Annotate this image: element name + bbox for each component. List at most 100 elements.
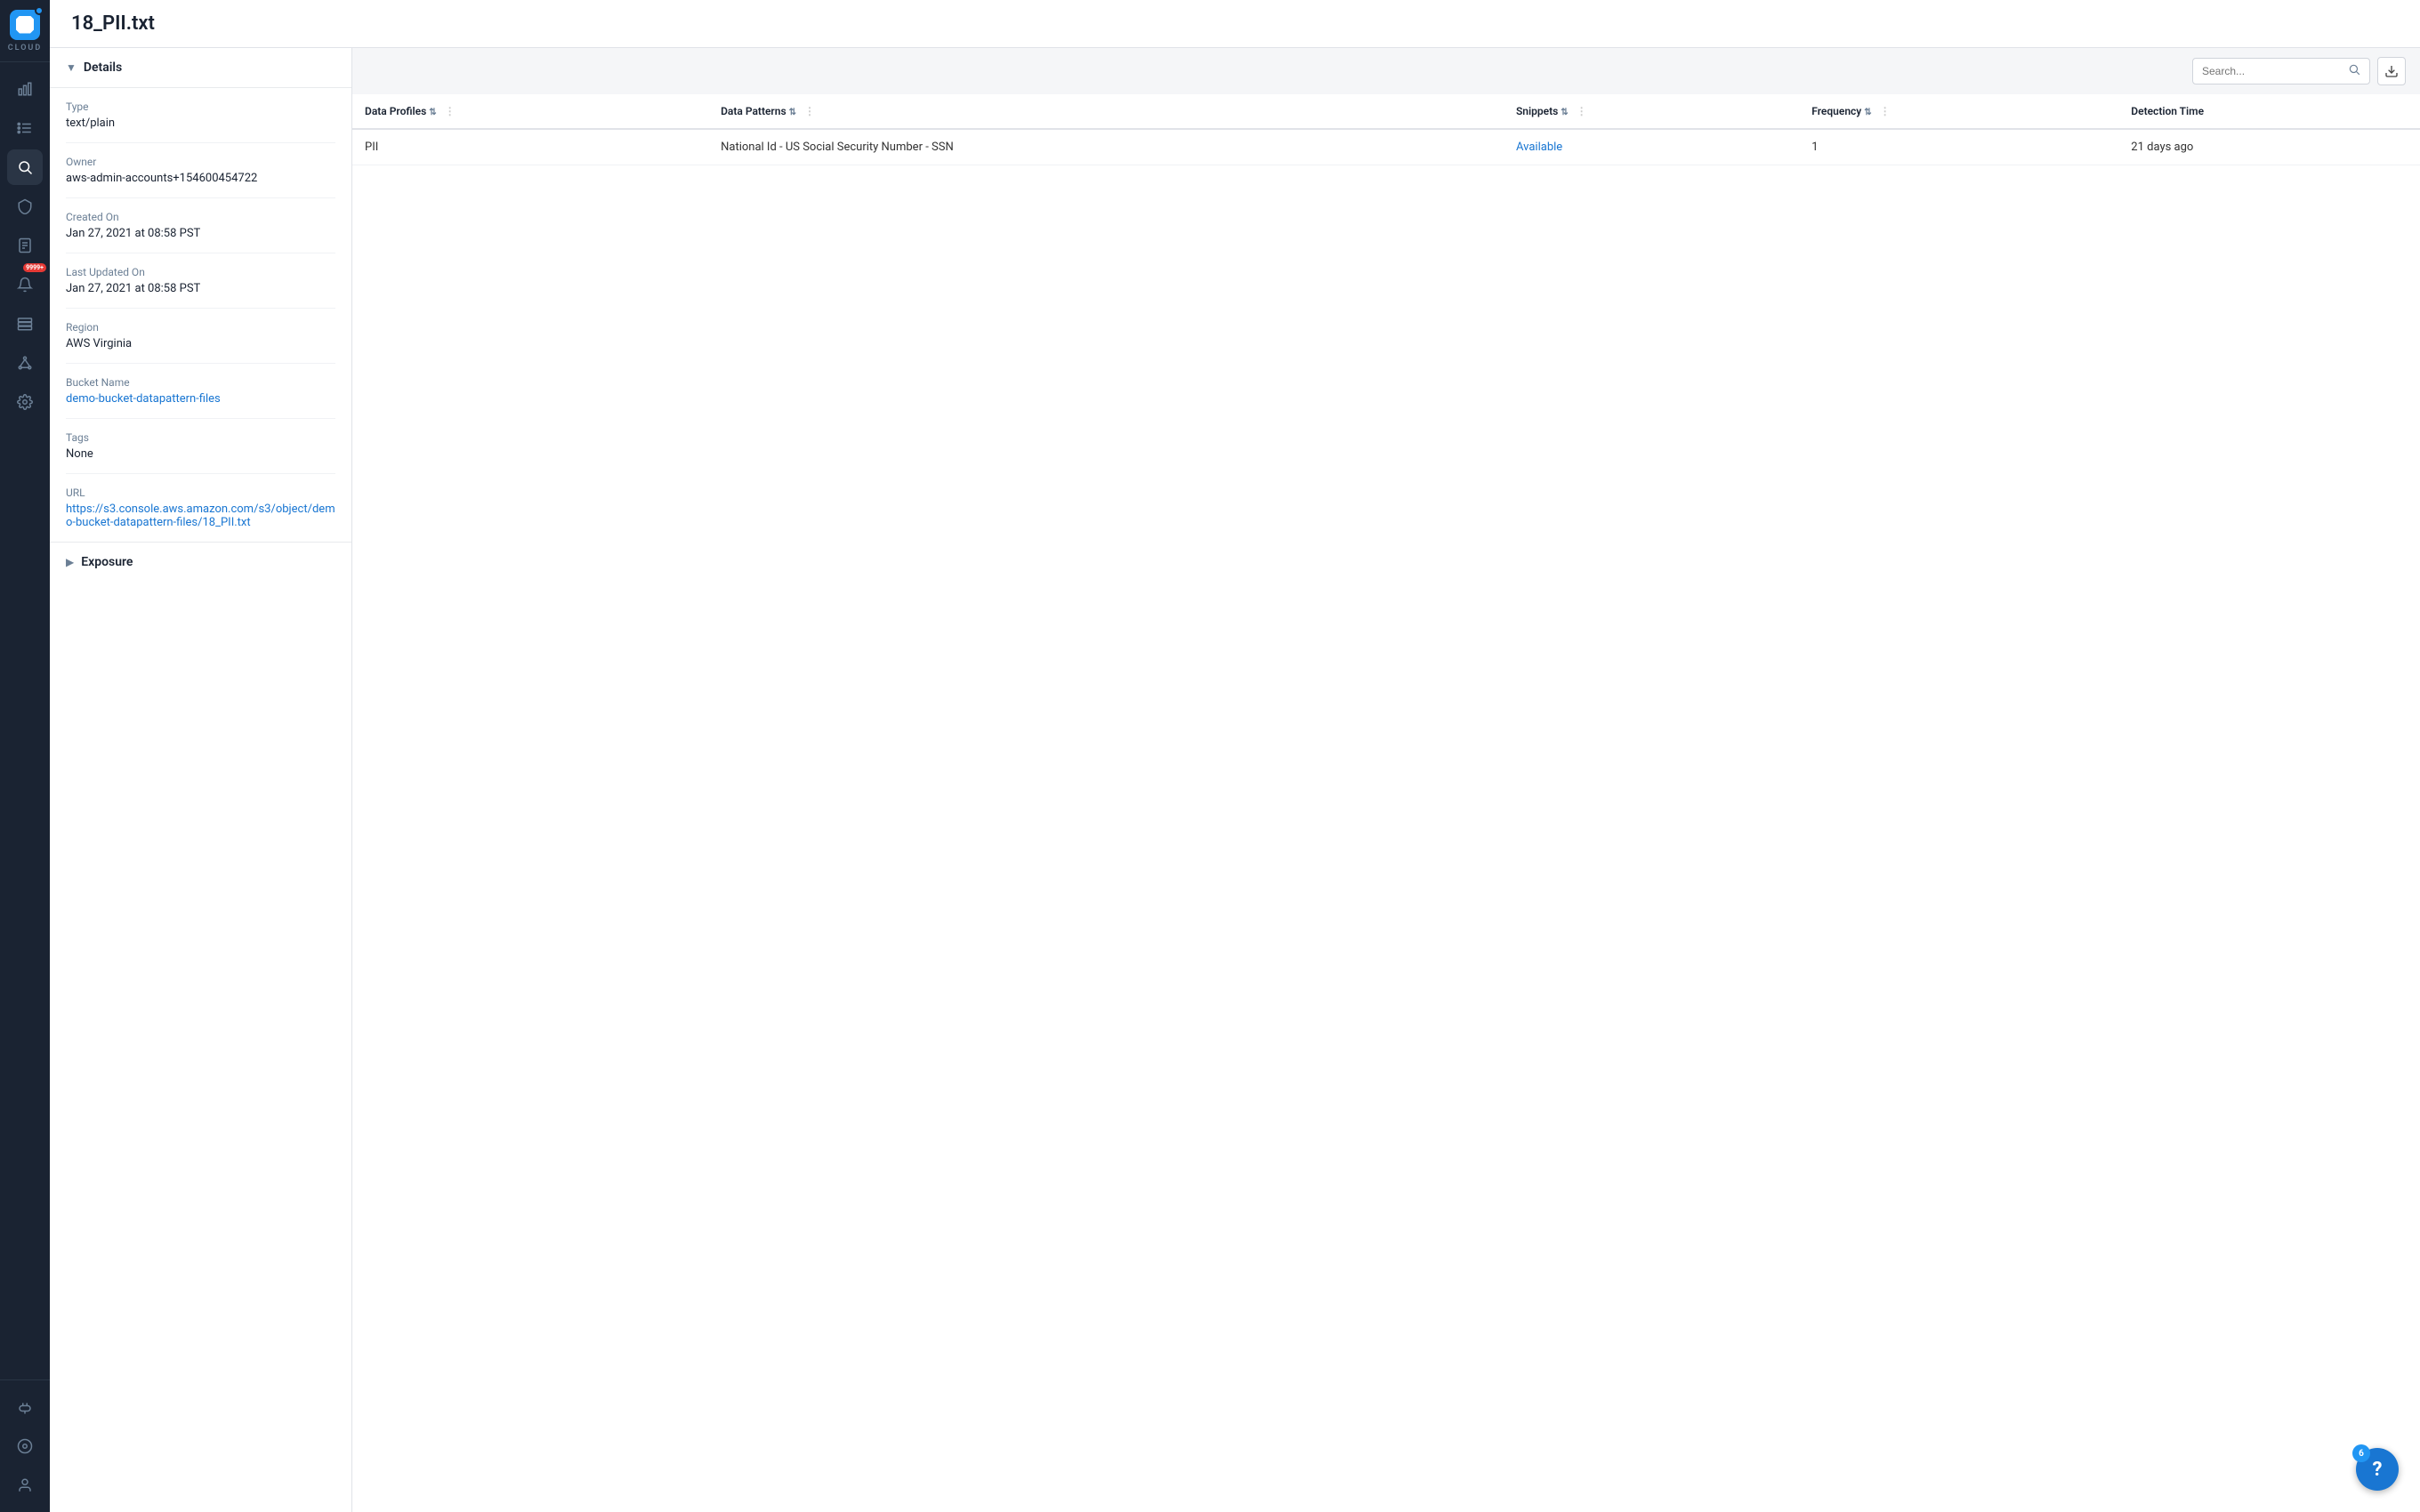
- cell-data-pattern: National Id - US Social Security Number …: [708, 129, 1504, 165]
- logo-inner: [16, 16, 34, 34]
- field-type-value: text/plain: [66, 117, 335, 130]
- exposure-label: Exposure: [81, 555, 133, 569]
- sidebar: CLOUD 9999+: [0, 0, 50, 1512]
- field-created-on: Created On Jan 27, 2021 at 08:58 PST: [66, 198, 335, 253]
- resize-data-patterns[interactable]: ⋮: [804, 105, 815, 117]
- col-detection-time[interactable]: Detection Time: [2118, 94, 2420, 129]
- field-created-label: Created On: [66, 211, 335, 223]
- sidebar-bottom: [0, 1379, 50, 1512]
- sidebar-item-reports[interactable]: [7, 228, 43, 263]
- field-tags: Tags None: [66, 419, 335, 474]
- page-title: 18_PII.txt: [71, 12, 155, 35]
- col-frequency[interactable]: Frequency ⇅ ⋮: [1799, 94, 2118, 129]
- download-button[interactable]: [2377, 57, 2406, 85]
- field-owner-label: Owner: [66, 156, 335, 168]
- field-url: URL https://s3.console.aws.amazon.com/s3…: [66, 474, 335, 542]
- table-header-row: Data Profiles ⇅ ⋮ Data Patterns ⇅ ⋮ Snip…: [352, 94, 2420, 129]
- field-created-value: Jan 27, 2021 at 08:58 PST: [66, 227, 335, 240]
- col-detection-time-label: Detection Time: [2131, 105, 2204, 117]
- table-toolbar: [352, 48, 2420, 94]
- collapse-icon: ▼: [66, 61, 77, 74]
- storage-icon: [17, 316, 33, 332]
- help-button[interactable]: 6 ?: [2356, 1448, 2399, 1491]
- bell-icon: [17, 277, 33, 293]
- sidebar-item-inventory[interactable]: [7, 110, 43, 146]
- sort-snippets-icon[interactable]: ⇅: [1561, 108, 1568, 117]
- sidebar-item-storage[interactable]: [7, 306, 43, 342]
- resize-data-profiles[interactable]: ⋮: [445, 105, 456, 117]
- sidebar-item-security[interactable]: [7, 189, 43, 224]
- logo-icon: [10, 10, 40, 40]
- list-icon: [17, 120, 33, 136]
- cell-frequency: 1: [1799, 129, 2118, 165]
- resize-snippets[interactable]: ⋮: [1577, 105, 1587, 117]
- field-url-label: URL: [66, 487, 335, 499]
- user-icon: [17, 1477, 33, 1493]
- search-wrapper[interactable]: [2192, 58, 2370, 84]
- search-icon: [17, 159, 33, 175]
- sort-frequency-icon[interactable]: ⇅: [1864, 108, 1871, 117]
- table-container: Data Profiles ⇅ ⋮ Data Patterns ⇅ ⋮ Snip…: [352, 94, 2420, 1512]
- sidebar-item-topology[interactable]: [7, 345, 43, 381]
- expand-icon: ▶: [66, 556, 74, 568]
- content-area: ▼ Details Type text/plain Owner aws-admi…: [50, 48, 2420, 1512]
- field-bucket-name: Bucket Name demo-bucket-datapattern-file…: [66, 364, 335, 419]
- sidebar-item-integrations[interactable]: [7, 1389, 43, 1425]
- data-table: Data Profiles ⇅ ⋮ Data Patterns ⇅ ⋮ Snip…: [352, 94, 2420, 165]
- snippets-link[interactable]: Available: [1516, 141, 1562, 154]
- topology-icon: [17, 355, 33, 371]
- cell-data-profile: PII: [352, 129, 708, 165]
- plug-icon: [17, 1399, 33, 1415]
- table-row: PII National Id - US Social Security Num…: [352, 129, 2420, 165]
- help-badge: 6: [2352, 1444, 2370, 1462]
- field-url-value[interactable]: https://s3.console.aws.amazon.com/s3/obj…: [66, 503, 335, 529]
- sidebar-item-monitoring[interactable]: [7, 1428, 43, 1464]
- exposure-section[interactable]: ▶ Exposure: [50, 542, 351, 582]
- help-icon: ?: [2373, 1459, 2383, 1481]
- cell-snippets[interactable]: Available: [1504, 129, 1799, 165]
- chart-icon: [17, 81, 33, 97]
- document-icon: [17, 237, 33, 253]
- cloud-label: CLOUD: [8, 44, 42, 52]
- page-header: 18_PII.txt: [50, 0, 2420, 48]
- details-header[interactable]: ▼ Details: [50, 48, 351, 88]
- field-bucket-label: Bucket Name: [66, 376, 335, 389]
- col-data-patterns-label: Data Patterns: [721, 105, 786, 117]
- sidebar-nav: 9999+: [0, 62, 50, 1379]
- field-updated-label: Last Updated On: [66, 266, 335, 278]
- field-tags-label: Tags: [66, 431, 335, 444]
- sort-data-profiles-icon[interactable]: ⇅: [429, 108, 436, 117]
- table-panel: Data Profiles ⇅ ⋮ Data Patterns ⇅ ⋮ Snip…: [352, 48, 2420, 1512]
- col-snippets[interactable]: Snippets ⇅ ⋮: [1504, 94, 1799, 129]
- field-region: Region AWS Virginia: [66, 309, 335, 364]
- field-region-value: AWS Virginia: [66, 337, 335, 350]
- col-snippets-label: Snippets: [1516, 105, 1558, 117]
- eye-circle-icon: [17, 1438, 33, 1454]
- sidebar-item-user[interactable]: [7, 1468, 43, 1503]
- main-content: 18_PII.txt ▼ Details Type text/plain Own…: [50, 0, 2420, 1512]
- col-data-profiles-label: Data Profiles: [365, 105, 426, 117]
- field-type: Type text/plain: [66, 88, 335, 143]
- sidebar-item-search[interactable]: [7, 149, 43, 185]
- sidebar-item-settings[interactable]: [7, 384, 43, 420]
- logo-dot: [35, 6, 44, 15]
- details-label: Details: [84, 60, 122, 75]
- resize-frequency[interactable]: ⋮: [1880, 105, 1891, 117]
- search-submit-icon[interactable]: [2348, 63, 2360, 79]
- details-panel: ▼ Details Type text/plain Owner aws-admi…: [50, 48, 352, 1512]
- col-data-patterns[interactable]: Data Patterns ⇅ ⋮: [708, 94, 1504, 129]
- col-frequency-label: Frequency: [1811, 105, 1861, 117]
- sort-data-patterns-icon[interactable]: ⇅: [789, 108, 796, 117]
- shield-icon: [17, 198, 33, 214]
- alerts-badge: 9999+: [23, 263, 46, 272]
- search-input[interactable]: [2202, 65, 2344, 77]
- sidebar-item-dashboard[interactable]: [7, 71, 43, 107]
- sidebar-item-alerts[interactable]: 9999+: [7, 267, 43, 302]
- field-tags-value: None: [66, 447, 335, 461]
- cell-detection-time: 21 days ago: [2118, 129, 2420, 165]
- details-fields: Type text/plain Owner aws-admin-accounts…: [50, 88, 351, 542]
- field-updated-value: Jan 27, 2021 at 08:58 PST: [66, 282, 335, 295]
- field-bucket-value[interactable]: demo-bucket-datapattern-files: [66, 392, 335, 406]
- sidebar-logo: CLOUD: [0, 0, 50, 62]
- col-data-profiles[interactable]: Data Profiles ⇅ ⋮: [352, 94, 708, 129]
